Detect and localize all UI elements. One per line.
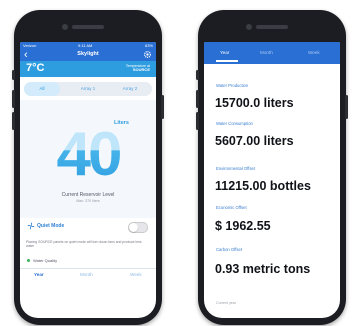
array-tab-array-2[interactable]: Array 2 [112, 82, 148, 96]
nav-bar: ‹ Skylight [20, 49, 156, 61]
period-footer-label: Current year [216, 301, 236, 305]
weather-banner: 7°C Temperature at SOURCE [20, 61, 156, 77]
period-tab-header: Year Month Week [204, 42, 340, 64]
tab-year[interactable]: Year [220, 50, 229, 55]
active-tab-indicator [216, 60, 238, 62]
water-production-value: 15700.0 liters [215, 96, 294, 110]
power-button [345, 95, 348, 119]
water-production-label: Water Production [216, 83, 249, 88]
gauge-caption: Current Reservoir Level [61, 192, 115, 198]
environmental-offset-label: Environmental Offset [216, 166, 256, 171]
mute-switch [12, 70, 15, 80]
temperature-source: Temperature at SOURCE [126, 64, 150, 73]
back-chevron-icon[interactable]: ‹ [24, 49, 28, 61]
page-title: Skylight [77, 51, 99, 57]
tab-month[interactable]: Month [80, 272, 93, 277]
front-camera [246, 24, 252, 30]
fan-icon [27, 222, 35, 230]
temperature-source-name: SOURCE [132, 67, 150, 73]
volume-down-button [12, 112, 15, 130]
array-tab-array-1[interactable]: Array 1 [70, 82, 106, 96]
power-button [161, 95, 164, 119]
quiet-mode-toggle[interactable] [128, 222, 148, 233]
earpiece-speaker [256, 25, 288, 29]
quiet-mode-description: Placing SOURCE panels on quiet mode will… [26, 240, 142, 249]
period-tab-bar: Year Month Week [20, 268, 156, 281]
mute-switch [196, 70, 199, 80]
tab-week[interactable]: Week [308, 50, 320, 55]
economic-offset-value: $ 1962.55 [215, 219, 271, 233]
tab-month[interactable]: Month [260, 50, 273, 55]
toggle-knob [129, 223, 138, 232]
water-consumption-label: Water Consumption [216, 121, 253, 126]
carbon-offset-value: 0.93 metric tons [215, 262, 311, 276]
phone-left: Verizon 9:11 AM 83% ‹ Skylight 7°C Tempe… [12, 10, 164, 325]
water-quality-status-dot-icon [27, 259, 30, 262]
water-quality-row[interactable]: Water Quality [20, 256, 156, 266]
reservoir-gauge: Liters 40 Current Reservoir Level Max: 3… [20, 100, 156, 218]
economic-offset-label: Economic Offset [216, 205, 247, 210]
gear-icon[interactable] [143, 50, 152, 59]
status-battery: 83% [144, 43, 153, 48]
volume-up-button [12, 90, 15, 108]
volume-up-button [196, 90, 199, 108]
quiet-mode-label: Quiet Mode [37, 223, 65, 229]
volume-down-button [196, 112, 199, 130]
front-camera [62, 24, 68, 30]
tab-week[interactable]: Week [130, 272, 142, 277]
water-quality-label: Water Quality [33, 258, 58, 263]
array-segmented-control: All Array 1 Array 2 [24, 82, 152, 96]
earpiece-speaker [72, 25, 104, 29]
screen-statistics: Year Month Week Water Production 15700.0… [204, 42, 340, 318]
tab-year[interactable]: Year [34, 272, 44, 277]
gauge-max-label: Max: 370 liters [76, 199, 100, 203]
reservoir-level-value: 40 [40, 124, 136, 186]
status-bar: Verizon 9:11 AM 83% [20, 42, 156, 49]
quiet-mode-row: Quiet Mode [20, 218, 156, 236]
carbon-offset-label: Carbon Offset [216, 247, 242, 252]
phone-right: Year Month Week Water Production 15700.0… [196, 10, 348, 325]
environmental-offset-value: 11215.00 bottles [215, 179, 311, 193]
temperature-value: 7°C [26, 62, 45, 74]
water-consumption-value: 5607.00 liters [215, 134, 294, 148]
array-tab-all[interactable]: All [24, 82, 60, 96]
status-time: 9:11 AM [78, 43, 93, 48]
status-carrier: Verizon [23, 43, 37, 48]
screen-dashboard: Verizon 9:11 AM 83% ‹ Skylight 7°C Tempe… [20, 42, 156, 318]
